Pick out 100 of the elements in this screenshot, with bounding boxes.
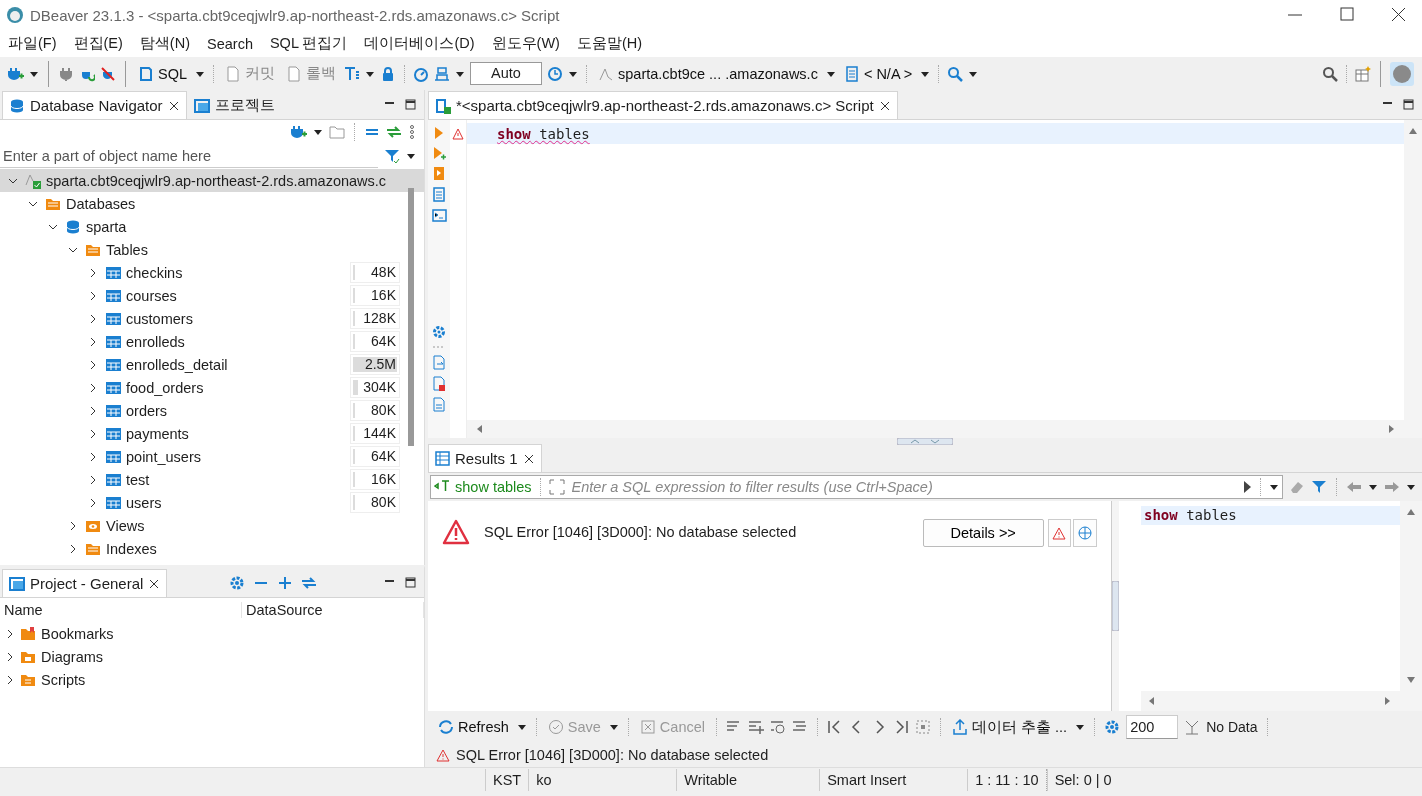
menu-item[interactable]: 데이터베이스(D) xyxy=(358,32,481,55)
tree-item[interactable]: Indexes xyxy=(106,540,157,557)
maximize-icon[interactable] xyxy=(405,99,416,110)
column-header[interactable]: Name xyxy=(0,602,242,618)
sql-editor-icon[interactable] xyxy=(138,65,154,82)
expand-chevron-icon[interactable] xyxy=(88,382,98,393)
settings-icon[interactable] xyxy=(228,574,245,591)
table-icon[interactable] xyxy=(105,287,121,304)
tree-item[interactable]: test xyxy=(126,471,150,488)
caret-icon[interactable] xyxy=(29,69,39,78)
filter-icon[interactable] xyxy=(384,148,400,164)
link-icon[interactable] xyxy=(300,574,317,591)
run-new-tab-icon[interactable] xyxy=(432,146,446,160)
caret-icon[interactable] xyxy=(313,128,323,136)
caret-icon[interactable] xyxy=(1406,483,1416,491)
disconnect-icon[interactable] xyxy=(100,65,116,82)
expand-chevron-icon[interactable] xyxy=(88,451,98,462)
sash-handle-icon[interactable] xyxy=(897,438,953,445)
apply-filter-icon[interactable] xyxy=(1242,480,1252,494)
menu-item[interactable]: 도움말(H) xyxy=(570,32,649,55)
export-icon[interactable] xyxy=(432,355,446,370)
run-script-icon[interactable] xyxy=(432,166,446,181)
results-filter-bar[interactable]: show tables Enter a SQL expression to filter results (use Ctrl+Space) xyxy=(430,475,1283,499)
tree-item[interactable]: orders xyxy=(126,402,168,419)
tree-item[interactable]: Views xyxy=(106,517,145,534)
transaction-icon[interactable] xyxy=(434,65,450,82)
settings-icon[interactable] xyxy=(1104,719,1121,735)
scrollbar[interactable] xyxy=(408,188,414,446)
grid-icon[interactable] xyxy=(435,451,450,466)
schema-selector[interactable]: < N/A > xyxy=(840,63,916,84)
plug-icon[interactable] xyxy=(58,65,74,82)
window-icon[interactable] xyxy=(9,575,25,592)
bookmark-folder-icon[interactable] xyxy=(20,625,36,642)
add-row-icon[interactable] xyxy=(748,719,764,735)
sash-handle-icon[interactable] xyxy=(1112,581,1119,631)
fetch-next-icon[interactable] xyxy=(1184,719,1201,735)
table-icon[interactable] xyxy=(105,356,121,373)
database-icon[interactable] xyxy=(9,97,25,114)
tree-item[interactable]: Diagrams xyxy=(41,648,104,665)
database-icon[interactable] xyxy=(65,218,81,235)
table-icon[interactable] xyxy=(105,494,121,511)
table-icon[interactable] xyxy=(105,402,121,419)
first-page-icon[interactable] xyxy=(827,719,843,735)
expand-chevron-icon[interactable] xyxy=(5,628,15,639)
caret-icon[interactable] xyxy=(516,723,527,731)
gauge-icon[interactable] xyxy=(413,65,429,82)
filter-icon[interactable] xyxy=(1311,479,1327,495)
refresh-icon[interactable] xyxy=(438,719,454,735)
tree-item[interactable]: sparta.cbt9ceqjwlr9.ap-northeast-2.rds.amazonaws.c xyxy=(46,172,387,189)
expand-chevron-icon[interactable] xyxy=(5,651,15,662)
settings-icon[interactable] xyxy=(432,325,446,339)
connection-icon[interactable] xyxy=(25,172,41,189)
close-document-icon[interactable] xyxy=(432,376,446,391)
table-icon[interactable] xyxy=(105,471,121,488)
fetch-size-field[interactable]: 200 xyxy=(1126,715,1179,739)
copy-row-icon[interactable] xyxy=(770,719,786,735)
avatar-icon[interactable] xyxy=(1390,61,1414,86)
close-icon[interactable] xyxy=(878,99,891,112)
menu-item[interactable]: 윈도우(W) xyxy=(485,32,566,55)
tree-item[interactable]: Databases xyxy=(66,195,136,212)
table-icon[interactable] xyxy=(105,448,121,465)
link-icon[interactable] xyxy=(386,124,402,140)
tree-item[interactable]: food_orders xyxy=(126,379,204,396)
caret-icon[interactable] xyxy=(968,69,979,78)
caret-icon[interactable] xyxy=(1368,483,1378,491)
tree-item[interactable]: payments xyxy=(126,425,189,442)
back-icon[interactable] xyxy=(1346,479,1362,495)
close-icon[interactable] xyxy=(148,577,161,590)
more-icon[interactable] xyxy=(408,124,416,140)
editor-tab[interactable]: *<sparta.cbt9ceqjwlr9.ap-northeast-2.rds.amazonaws.c> Script xyxy=(428,91,898,119)
search-icon[interactable] xyxy=(1322,65,1338,82)
caret-icon[interactable] xyxy=(195,69,205,78)
forward-icon[interactable] xyxy=(1384,479,1400,495)
expand-chevron-icon[interactable] xyxy=(88,336,98,347)
sql-button[interactable]: SQL xyxy=(135,63,190,84)
tree-item[interactable]: courses xyxy=(126,287,177,304)
tree-item[interactable]: users xyxy=(126,494,162,511)
expand-chevron-icon[interactable] xyxy=(68,520,78,531)
menu-item[interactable]: SQL 편집기 xyxy=(263,32,354,55)
tree-item[interactable]: checkins xyxy=(126,264,183,281)
window-icon[interactable] xyxy=(193,97,210,114)
search-icon[interactable] xyxy=(947,65,964,82)
results-action-button[interactable]: Refresh xyxy=(436,717,511,737)
caret-icon[interactable] xyxy=(920,69,931,78)
expand-chevron-icon[interactable] xyxy=(88,313,98,324)
run-icon[interactable] xyxy=(433,126,445,140)
scroll-left-icon[interactable] xyxy=(475,424,484,434)
caret-icon[interactable] xyxy=(1269,483,1279,491)
scroll-left-icon[interactable] xyxy=(1147,696,1156,706)
details-button[interactable]: Details >> xyxy=(922,519,1044,547)
last-page-icon[interactable] xyxy=(893,719,909,735)
expand-chevron-icon[interactable] xyxy=(88,497,98,508)
caret-icon[interactable] xyxy=(455,69,465,78)
execution-log-button[interactable] xyxy=(1073,519,1097,547)
tree-item[interactable]: sparta xyxy=(86,218,127,235)
tree-item[interactable]: enrolleds_detail xyxy=(126,356,228,373)
tree-item[interactable]: point_users xyxy=(126,448,201,465)
expand-chevron-icon[interactable] xyxy=(68,543,78,554)
caret-icon[interactable] xyxy=(608,723,619,731)
table-icon[interactable] xyxy=(105,379,121,396)
